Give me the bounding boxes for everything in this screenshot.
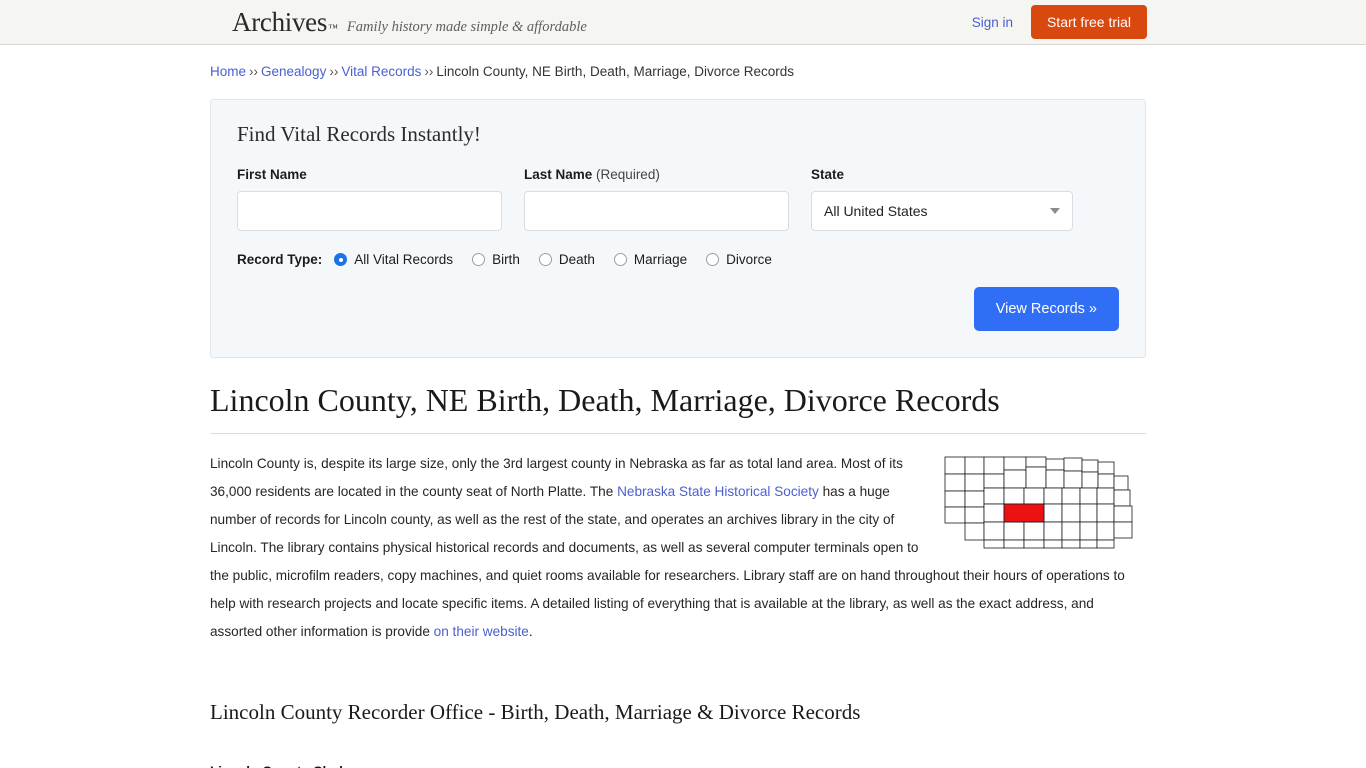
their-website-link[interactable]: on their website <box>434 624 529 639</box>
breadcrumb-item-genealogy[interactable]: Genealogy <box>261 64 326 79</box>
last-name-label: Last Name (Required) <box>524 167 789 182</box>
page-title: Lincoln County, NE Birth, Death, Marriag… <box>210 382 1146 434</box>
vital-records-search-form: Find Vital Records Instantly! First Name… <box>210 99 1146 358</box>
highlighted-county-lincoln <box>1004 504 1044 522</box>
radio-icon[interactable] <box>472 253 485 266</box>
sign-in-link[interactable]: Sign in <box>972 15 1013 30</box>
radio-label-birth: Birth <box>492 252 520 267</box>
record-type-label: Record Type: <box>237 252 322 267</box>
radio-label-death: Death <box>559 252 595 267</box>
brand[interactable]: Archives™ Family history made simple & a… <box>232 7 587 38</box>
contact-info-block: Lincoln County Clerk 301 N Jeffers, Rm 1… <box>210 761 1146 768</box>
last-name-field-group: Last Name (Required) <box>524 167 789 231</box>
radio-marriage[interactable]: Marriage <box>614 252 687 267</box>
search-fields-row: First Name Last Name (Required) State Al… <box>237 167 1119 231</box>
trademark-icon: ™ <box>328 23 338 34</box>
breadcrumb-item-vital-records[interactable]: Vital Records <box>341 64 421 79</box>
submit-row: View Records » <box>237 287 1119 331</box>
radio-label-marriage: Marriage <box>634 252 687 267</box>
state-field-group: State All United States <box>811 167 1073 231</box>
radio-icon[interactable] <box>614 253 627 266</box>
search-form-title: Find Vital Records Instantly! <box>237 122 1119 147</box>
view-records-button[interactable]: View Records » <box>974 287 1119 331</box>
record-type-row: Record Type: All Vital Records Birth Dea… <box>237 252 1119 267</box>
start-free-trial-button[interactable]: Start free trial <box>1031 5 1147 39</box>
breadcrumb-separator: ›› <box>424 64 433 79</box>
nebraska-historical-society-link[interactable]: Nebraska State Historical Society <box>617 484 819 499</box>
radio-divorce[interactable]: Divorce <box>706 252 772 267</box>
first-name-label: First Name <box>237 167 502 182</box>
brand-tagline: Family history made simple & affordable <box>347 19 587 36</box>
radio-death[interactable]: Death <box>539 252 595 267</box>
breadcrumb-separator: ›› <box>329 64 338 79</box>
recorder-office-section-title: Lincoln County Recorder Office - Birth, … <box>210 700 1146 725</box>
last-name-input[interactable] <box>524 191 789 231</box>
first-name-field-group: First Name <box>237 167 502 231</box>
brand-logo-text: Archives <box>232 7 327 38</box>
last-name-required-note: (Required) <box>596 167 660 182</box>
radio-label-divorce: Divorce <box>726 252 772 267</box>
state-label: State <box>811 167 1073 182</box>
radio-icon[interactable] <box>706 253 719 266</box>
nebraska-county-map-image <box>941 454 1146 551</box>
radio-icon[interactable] <box>539 253 552 266</box>
breadcrumb-item-current: Lincoln County, NE Birth, Death, Marriag… <box>436 64 794 79</box>
first-name-input[interactable] <box>237 191 502 231</box>
article-content: Lincoln County is, despite its large siz… <box>210 450 1146 768</box>
contact-office-name: Lincoln County Clerk <box>210 761 1146 768</box>
breadcrumb: Home››Genealogy››Vital Records››Lincoln … <box>210 45 1146 79</box>
radio-label-all-vital-records: All Vital Records <box>354 252 453 267</box>
breadcrumb-separator: ›› <box>249 64 258 79</box>
header-actions: Sign in Start free trial <box>972 5 1147 39</box>
paragraph-text-part3: . <box>529 624 533 639</box>
radio-icon-checked[interactable] <box>334 253 347 266</box>
state-select-wrapper: All United States <box>811 191 1073 231</box>
radio-all-vital-records[interactable]: All Vital Records <box>334 252 453 267</box>
last-name-label-text: Last Name <box>524 167 592 182</box>
radio-birth[interactable]: Birth <box>472 252 520 267</box>
state-select[interactable]: All United States <box>811 191 1073 231</box>
site-header: Archives™ Family history made simple & a… <box>0 0 1366 45</box>
breadcrumb-item-home[interactable]: Home <box>210 64 246 79</box>
